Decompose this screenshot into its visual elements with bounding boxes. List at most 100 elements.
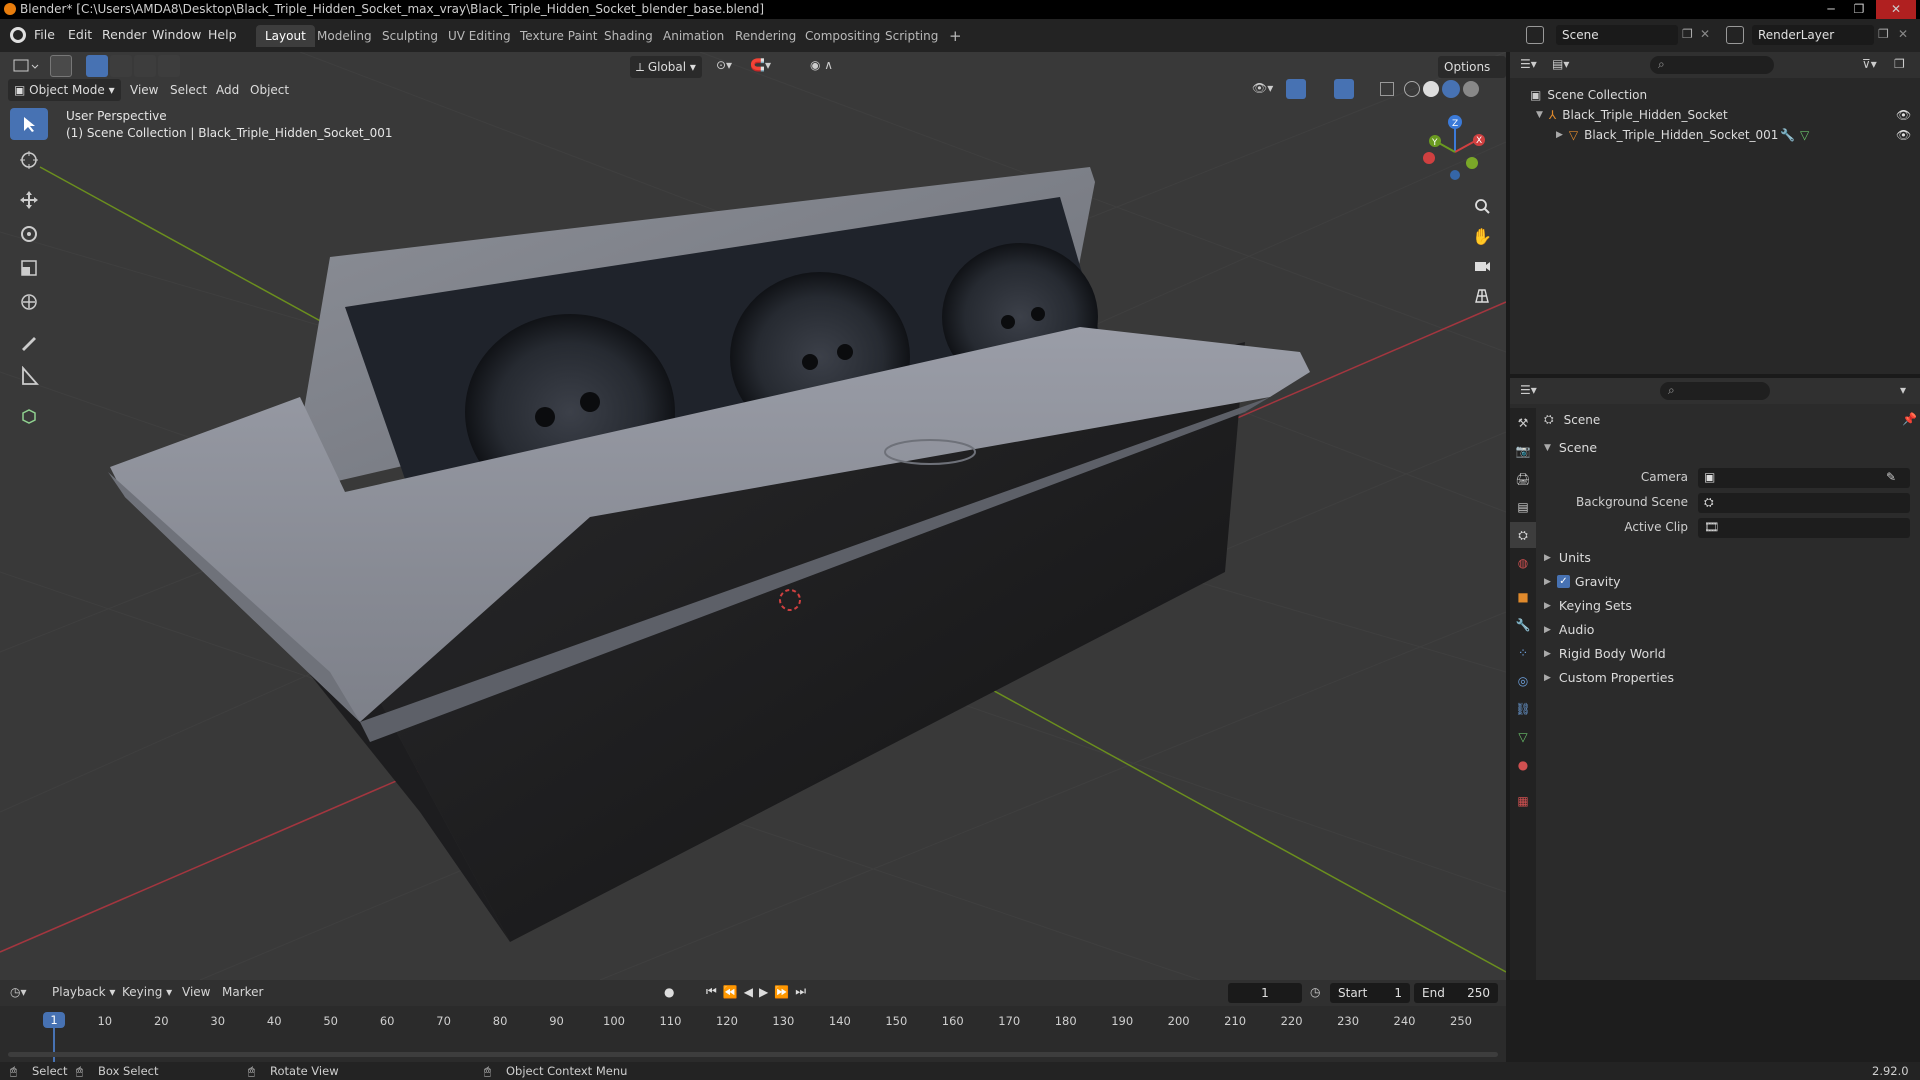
proportional-edit-icon[interactable]: ◉ ∧ bbox=[810, 58, 833, 72]
scene-name-field[interactable]: Scene bbox=[1556, 25, 1678, 45]
scene-browse-icon[interactable] bbox=[1526, 26, 1544, 44]
menu-file[interactable]: File bbox=[34, 27, 55, 42]
data-tab-icon[interactable]: ▽ bbox=[1510, 724, 1536, 750]
outliner-editor-type-icon[interactable]: ☰▾ bbox=[1520, 57, 1537, 71]
select-new-icon[interactable] bbox=[86, 55, 108, 77]
outliner-search-input[interactable]: ⌕ bbox=[1650, 56, 1774, 74]
options-dropdown[interactable]: Options ▾ bbox=[1438, 56, 1506, 96]
tool-tab-icon[interactable]: ⚒ bbox=[1510, 410, 1536, 436]
eyedropper-icon[interactable]: ✎ bbox=[1886, 470, 1896, 484]
mode-dropdown[interactable]: ▣ Object Mode ▾ bbox=[8, 79, 121, 101]
select-intersect-icon[interactable] bbox=[158, 55, 180, 77]
new-scene-icon[interactable]: ❐ bbox=[1682, 27, 1693, 41]
move-tool-button[interactable] bbox=[10, 184, 48, 216]
filter-icon[interactable]: ⊽▾ bbox=[1862, 57, 1877, 71]
maximize-button[interactable]: ❐ bbox=[1846, 0, 1872, 19]
tab-layout[interactable]: Layout bbox=[256, 25, 315, 47]
rigid-body-world-panel-header[interactable]: ▶ Rigid Body World bbox=[1544, 646, 1666, 661]
units-panel-header[interactable]: ▶ Units bbox=[1544, 550, 1591, 565]
tweak-tool-button[interactable] bbox=[10, 108, 48, 140]
menu-help[interactable]: Help bbox=[208, 27, 237, 42]
menu-add[interactable]: Add bbox=[210, 79, 245, 101]
keying-sets-panel-header[interactable]: ▶ Keying Sets bbox=[1544, 598, 1632, 613]
delete-scene-icon[interactable]: ✕ bbox=[1700, 27, 1710, 41]
zoom-icon[interactable] bbox=[1468, 192, 1496, 220]
delete-view-layer-icon[interactable]: ✕ bbox=[1898, 27, 1908, 41]
visibility-eye-icon[interactable]: 👁 bbox=[1896, 108, 1911, 122]
pivot-point-icon[interactable]: ⊙▾ bbox=[716, 58, 732, 72]
new-view-layer-icon[interactable]: ❐ bbox=[1878, 27, 1889, 41]
outliner-row-item-1[interactable]: ▼ ⅄ Black_Triple_Hidden_Socket 👁 bbox=[1510, 105, 1920, 125]
camera-field[interactable]: ▣ ✎ bbox=[1698, 468, 1910, 488]
outliner-row-item-2[interactable]: ▶ ▽ Black_Triple_Hidden_Socket_001 🔧 ▽ 👁 bbox=[1510, 125, 1920, 145]
active-clip-field[interactable]: 🎞 bbox=[1698, 518, 1910, 538]
modifier-tab-icon[interactable]: 🔧 bbox=[1510, 612, 1536, 638]
solid-shading-icon[interactable] bbox=[1423, 81, 1439, 97]
material-tab-icon[interactable]: ● bbox=[1510, 752, 1536, 778]
tab-uv-editing[interactable]: UV Editing bbox=[439, 25, 520, 47]
timeline-scrollbar[interactable] bbox=[8, 1052, 1498, 1057]
modifier-wrench-icon[interactable]: 🔧 bbox=[1780, 128, 1795, 142]
xray-toggle-icon[interactable] bbox=[1380, 82, 1394, 96]
render-tab-icon[interactable]: 📷 bbox=[1510, 438, 1536, 464]
custom-properties-panel-header[interactable]: ▶ Custom Properties bbox=[1544, 670, 1674, 685]
output-tab-icon[interactable]: 🖨 bbox=[1510, 466, 1536, 492]
world-tab-icon[interactable]: ◍ bbox=[1510, 550, 1536, 576]
mesh-data-icon[interactable]: ▽ bbox=[1800, 128, 1809, 142]
scale-tool-button[interactable] bbox=[10, 252, 48, 284]
navigation-gizmo[interactable]: Z X Y bbox=[1415, 112, 1495, 192]
measure-tool-button[interactable] bbox=[10, 360, 48, 392]
timeline-panel[interactable]: ◷▾ Playback ▾ Keying ▾ View Marker ● ⏮ ⏪… bbox=[0, 980, 1506, 1062]
constraints-tab-icon[interactable]: ⛓ bbox=[1510, 696, 1536, 722]
menu-view[interactable]: View bbox=[124, 79, 164, 101]
properties-search-input[interactable]: ⌕ bbox=[1660, 382, 1770, 400]
pan-hand-icon[interactable]: ✋ bbox=[1468, 222, 1496, 250]
close-window-button[interactable]: ✕ bbox=[1876, 0, 1916, 19]
background-scene-field[interactable]: ⛭ bbox=[1698, 493, 1910, 513]
transform-orientation-dropdown[interactable]: ⟂ Global ▾ bbox=[630, 56, 702, 78]
object-tab-icon[interactable]: ■ bbox=[1510, 584, 1536, 610]
add-cube-tool-button[interactable] bbox=[10, 400, 48, 432]
texture-tab-icon[interactable]: ▦ bbox=[1510, 788, 1536, 814]
properties-options-icon[interactable]: ▾ bbox=[1900, 383, 1906, 397]
scene-tab-icon[interactable]: ⛭ bbox=[1510, 522, 1536, 548]
material-preview-icon[interactable] bbox=[1442, 80, 1460, 98]
select-tool-header-icon[interactable] bbox=[50, 55, 72, 77]
tab-scripting[interactable]: Scripting bbox=[876, 25, 947, 47]
rendered-shading-icon[interactable] bbox=[1463, 81, 1479, 97]
new-collection-icon[interactable]: ❐ bbox=[1894, 57, 1905, 71]
visibility-eye-icon[interactable]: 👁 bbox=[1896, 128, 1911, 142]
perspective-grid-icon[interactable] bbox=[1468, 282, 1496, 310]
blender-menu-icon[interactable] bbox=[10, 27, 26, 43]
tab-rendering[interactable]: Rendering bbox=[726, 25, 805, 47]
expand-arrow-icon[interactable]: ▼ bbox=[1536, 110, 1543, 120]
wireframe-shading-icon[interactable] bbox=[1404, 81, 1420, 97]
tab-sculpting[interactable]: Sculpting bbox=[373, 25, 447, 47]
camera-view-icon[interactable] bbox=[1468, 252, 1496, 280]
editor-type-icon[interactable] bbox=[12, 56, 40, 76]
annotate-tool-button[interactable] bbox=[10, 326, 48, 358]
menu-select[interactable]: Select bbox=[164, 79, 213, 101]
rotate-tool-button[interactable] bbox=[10, 218, 48, 250]
expand-arrow-icon[interactable]: ▶ bbox=[1556, 130, 1563, 140]
gravity-panel-header[interactable]: ▶ ✓ Gravity bbox=[1544, 574, 1621, 589]
tab-modeling[interactable]: Modeling bbox=[308, 25, 381, 47]
menu-object[interactable]: Object bbox=[244, 79, 295, 101]
view-layer-browse-icon[interactable] bbox=[1726, 26, 1744, 44]
menu-edit[interactable]: Edit bbox=[68, 27, 92, 42]
outliner-row-scene-collection[interactable]: ▣ Scene Collection bbox=[1510, 85, 1920, 105]
visibility-icon[interactable]: 👁▾ bbox=[1252, 81, 1273, 95]
select-subtract-icon[interactable] bbox=[134, 55, 156, 77]
view-layer-field[interactable]: RenderLayer bbox=[1752, 25, 1874, 45]
gizmo-toggle-icon[interactable] bbox=[1286, 79, 1306, 99]
cursor-tool-button[interactable] bbox=[10, 144, 48, 176]
minimize-button[interactable]: ─ bbox=[1818, 0, 1844, 19]
3d-viewport[interactable]: ⟂ Global ▾ ⊙▾ 🧲▾ ◉ ∧ Options ▾ ▣ Object … bbox=[0, 52, 1506, 980]
tab-texture-paint[interactable]: Texture Paint bbox=[511, 25, 606, 47]
physics-tab-icon[interactable]: ◎ bbox=[1510, 668, 1536, 694]
snap-icon[interactable]: 🧲▾ bbox=[750, 58, 771, 72]
tab-shading[interactable]: Shading bbox=[595, 25, 662, 47]
scene-panel-header[interactable]: ▼ Scene bbox=[1544, 440, 1597, 455]
pin-icon[interactable]: 📌 bbox=[1902, 412, 1917, 426]
select-extend-icon[interactable] bbox=[110, 55, 132, 77]
